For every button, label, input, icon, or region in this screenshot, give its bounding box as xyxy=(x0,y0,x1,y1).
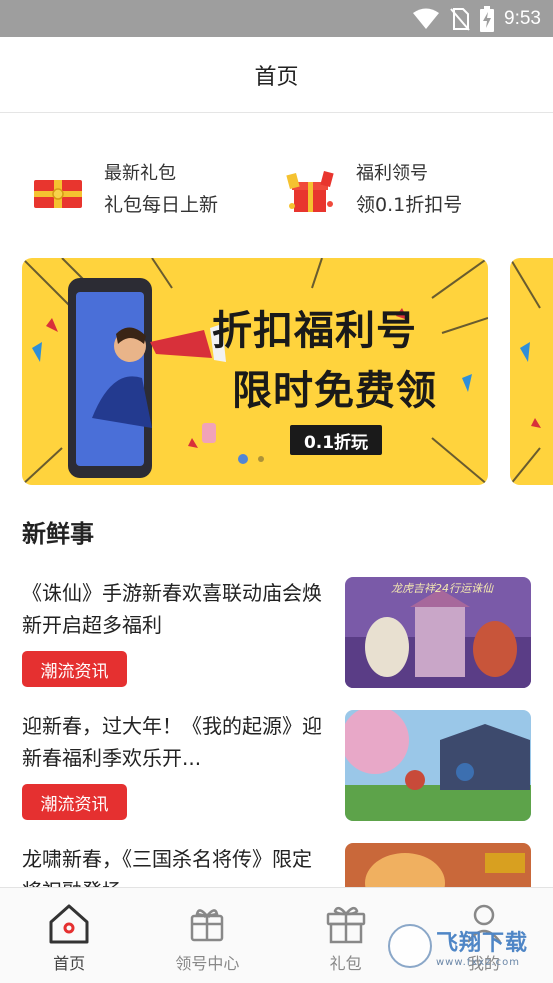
quick-link-title: 最新礼包 xyxy=(104,163,176,184)
news-title: 迎新春，过大年！《我的起源》迎新春福利季欢乐开... xyxy=(22,714,322,770)
tab-label: 礼包 xyxy=(329,954,362,973)
news-thumbnail xyxy=(345,843,531,887)
no-sim-icon xyxy=(450,7,470,31)
watermark-text: 飞翔下载 xyxy=(436,930,529,956)
section-title: 新鲜事 xyxy=(22,520,94,548)
red-gift-envelope-icon xyxy=(34,180,82,208)
gift-box-icon xyxy=(286,170,334,212)
tab-label: 首页 xyxy=(53,954,86,973)
promo-banner-next[interactable] xyxy=(510,258,553,485)
carousel-dot[interactable] xyxy=(258,456,264,462)
quick-link-subtitle: 领0.1折扣号 xyxy=(356,194,463,216)
news-title: 《诛仙》手游新春欢喜联动庙会焕新开启超多福利 xyxy=(22,581,322,637)
banner-headline: 折扣福利号 xyxy=(212,308,417,354)
tab-account-center[interactable]: 领号中心 xyxy=(138,888,276,983)
gift-box-icon xyxy=(326,906,365,944)
tab-label: 领号中心 xyxy=(175,954,240,973)
news-thumbnail-image xyxy=(345,843,531,887)
banner-discount-tag: 0.1折玩 xyxy=(290,425,382,455)
watermark-url: www.fxxz.com xyxy=(436,956,520,968)
carousel-dot-active[interactable] xyxy=(238,454,248,464)
quick-link-title: 福利领号 xyxy=(356,163,428,184)
news-category-tag: 潮流资讯 xyxy=(22,784,127,820)
carousel-indicator xyxy=(238,454,264,464)
news-item[interactable]: 《诛仙》手游新春欢喜联动庙会焕新开启超多福利 潮流资讯 龙虎吉祥24行运诛仙 xyxy=(22,577,532,689)
home-icon xyxy=(49,904,89,944)
banner-next-illustration xyxy=(510,258,541,485)
wifi-icon xyxy=(413,8,440,29)
quick-link-welfare-accounts[interactable]: 福利领号 领0.1折扣号 xyxy=(282,150,462,240)
watermark-logo: 飞翔下载 www.fxxz.com xyxy=(388,920,546,972)
news-title: 龙啸新春，《三国杀名将传》限定将祝融登场 xyxy=(22,847,312,887)
quick-link-latest-gifts[interactable]: 最新礼包 礼包每日上新 xyxy=(30,150,218,240)
watermark-circle xyxy=(388,924,432,968)
news-item[interactable]: 迎新春，过大年！《我的起源》迎新春福利季欢乐开... 潮流资讯 xyxy=(22,710,532,822)
nav-bar: 首页 xyxy=(0,37,553,113)
status-time: 9:53 xyxy=(504,7,541,29)
news-thumbnail xyxy=(345,710,531,821)
page-title: 首页 xyxy=(254,64,299,90)
gift-icon xyxy=(191,909,224,942)
tab-home[interactable]: 首页 xyxy=(0,888,138,983)
banner-subheadline: 限时免费领 xyxy=(232,368,437,414)
news-category-tag: 潮流资讯 xyxy=(22,651,127,687)
status-bar: 9:53 xyxy=(0,0,553,37)
battery-charging-icon xyxy=(480,5,495,32)
promo-banner[interactable]: 折扣福利号 限时免费领 0.1折玩 xyxy=(22,258,488,485)
quick-link-subtitle: 礼包每日上新 xyxy=(104,194,219,216)
quick-links: 最新礼包 礼包每日上新 福利领号 领0.1折扣号 xyxy=(0,150,553,240)
news-thumbnail-caption: 龙虎吉祥24行运诛仙 xyxy=(391,582,493,595)
news-thumbnail: 龙虎吉祥24行运诛仙 xyxy=(345,577,531,688)
news-thumbnail-image xyxy=(345,710,531,821)
news-item[interactable]: 龙啸新春，《三国杀名将传》限定将祝融登场 xyxy=(22,843,532,887)
status-icons: 9:53 xyxy=(412,0,541,37)
